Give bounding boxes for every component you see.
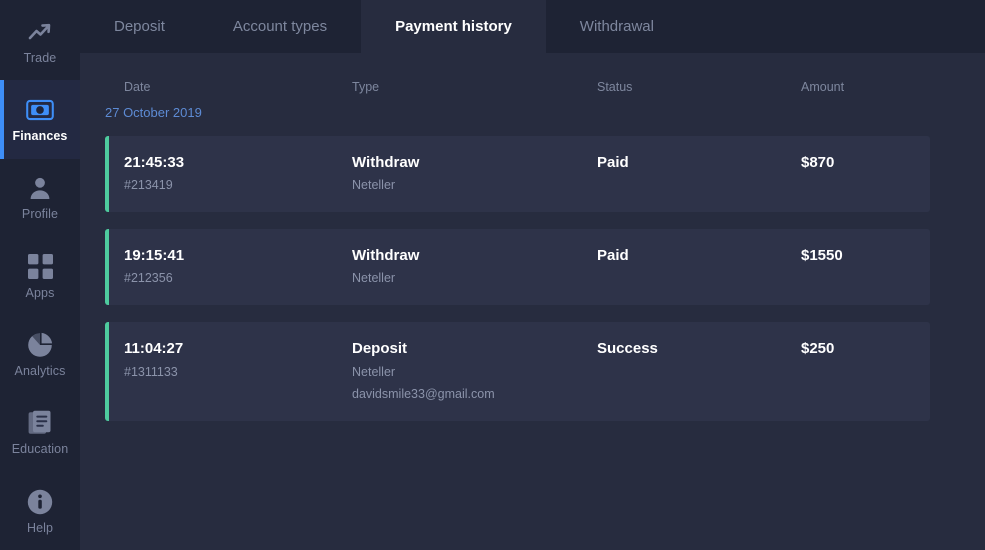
pie-chart-icon	[26, 331, 54, 359]
cell-status: Paid	[597, 247, 801, 264]
book-icon	[26, 409, 54, 437]
info-icon	[26, 488, 54, 516]
transaction-time: 21:45:33	[124, 154, 185, 171]
transaction-id: #1311133	[124, 364, 178, 379]
sidebar-item-label: Apps	[25, 285, 55, 300]
cell-amount: $1550	[801, 247, 921, 264]
app-window: Trade Finances Profile Apps Analytics Educati…	[0, 0, 985, 550]
transaction-time: 19:15:41	[124, 247, 185, 265]
column-header-date: Date	[124, 80, 151, 94]
content-area: Date Type Status Amount 27 October 2019 …	[80, 53, 985, 550]
sidebar-item-label: Help	[26, 520, 54, 535]
transaction-list: 21:45:33 #213419 Withdraw Neteller Paid $870 1…	[105, 136, 985, 422]
tab-payment-history[interactable]: Payment history	[361, 0, 546, 53]
sidebar-item-label: Profile	[21, 207, 59, 222]
cell-date: 21:45:33 #213419	[105, 154, 352, 194]
sidebar-item-label: Analytics	[14, 364, 66, 379]
sidebar: Trade Finances Profile Apps Analytics Educati…	[0, 0, 80, 550]
transaction-amount: $250	[801, 340, 835, 358]
transaction-type: Withdraw	[352, 247, 420, 265]
table-row[interactable]: 11:04:27 #1311133 Deposit Neteller davidsmil…	[105, 322, 930, 422]
tab-withdrawal[interactable]: Withdrawal	[546, 0, 688, 53]
sidebar-item-analytics[interactable]: Analytics	[0, 315, 80, 393]
sidebar-item-apps[interactable]: Apps	[0, 237, 80, 315]
sidebar-item-profile[interactable]: Profile	[0, 159, 80, 237]
cell-amount: $870	[801, 154, 921, 171]
payment-method: Neteller	[352, 271, 396, 286]
transaction-amount: $870	[801, 154, 835, 171]
payment-method: Neteller	[352, 364, 396, 379]
table-row[interactable]: 19:15:41 #212356 Withdraw Neteller Paid $1550	[105, 229, 930, 306]
sidebar-item-finances[interactable]: Finances	[0, 80, 80, 159]
table-row[interactable]: 21:45:33 #213419 Withdraw Neteller Paid $870	[105, 136, 930, 213]
status-badge: Success	[597, 340, 658, 358]
status-badge: Paid	[597, 247, 629, 265]
sidebar-item-trade[interactable]: Trade	[0, 2, 80, 80]
tab-account-types[interactable]: Account types	[199, 0, 361, 53]
payment-method: Neteller	[352, 178, 396, 193]
cell-date: 11:04:27 #1311133	[105, 340, 352, 380]
cell-type: Withdraw Neteller	[352, 247, 597, 287]
trend-up-icon	[26, 18, 54, 46]
column-header-type: Type	[352, 80, 380, 94]
cell-type: Deposit Neteller davidsmile33@gmail.com	[352, 340, 597, 403]
sidebar-item-label: Finances	[12, 129, 68, 144]
sidebar-item-help[interactable]: Help	[0, 472, 80, 550]
sidebar-item-education[interactable]: Education	[0, 393, 80, 471]
column-header-status: Status	[597, 80, 633, 94]
cell-status: Paid	[597, 154, 801, 171]
status-badge: Paid	[597, 154, 629, 171]
main-area: Deposit Account types Payment history Withd…	[80, 0, 985, 550]
transaction-type: Withdraw	[352, 154, 420, 171]
transaction-type: Deposit	[352, 340, 408, 358]
tab-bar: Deposit Account types Payment history Withd…	[80, 0, 985, 53]
date-group-label: 27 October 2019	[105, 105, 202, 120]
cell-date: 19:15:41 #212356	[105, 247, 352, 287]
column-header-amount: Amount	[801, 80, 845, 94]
table-column-headers: Date Type Status Amount	[105, 69, 985, 105]
grid-icon	[26, 253, 54, 281]
transaction-time: 11:04:27	[124, 340, 184, 358]
cell-status: Success	[597, 340, 801, 357]
cell-type: Withdraw Neteller	[352, 154, 597, 194]
cell-amount: $250	[801, 340, 921, 357]
banknote-icon	[26, 96, 54, 124]
user-icon	[26, 174, 54, 202]
transaction-amount: $1550	[801, 247, 843, 265]
sidebar-item-label: Education	[11, 442, 69, 457]
tab-deposit[interactable]: Deposit	[80, 0, 199, 53]
account-email: davidsmile33@gmail.com	[352, 387, 495, 402]
transaction-id: #212356	[124, 271, 173, 286]
transaction-id: #213419	[124, 178, 173, 193]
sidebar-item-label: Trade	[23, 50, 57, 65]
